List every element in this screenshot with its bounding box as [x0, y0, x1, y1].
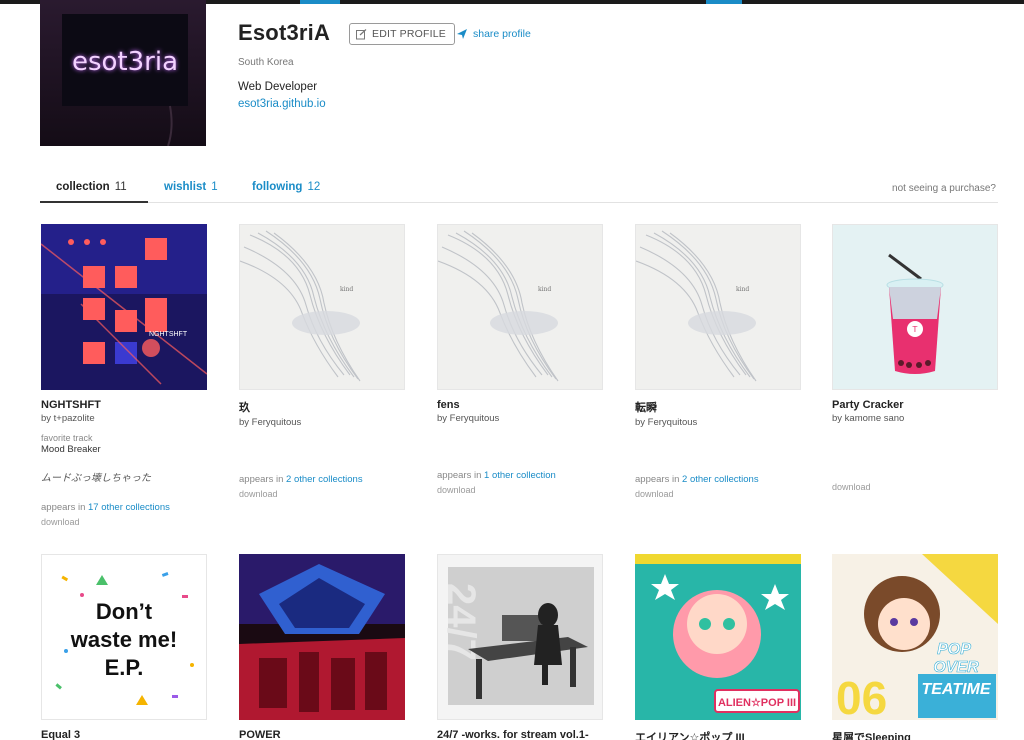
- collection-item: ALIEN☆POP III エイリアン☆ポップ III: [635, 554, 801, 740]
- download-link[interactable]: download: [41, 517, 207, 527]
- appears-prefix: appears in: [635, 474, 683, 485]
- tab-label: collection: [56, 181, 110, 193]
- album-cover[interactable]: 24/7: [437, 554, 603, 720]
- album-artist[interactable]: by Feryquitous: [437, 413, 603, 424]
- appears-in: appears in 17 other collections: [41, 502, 207, 513]
- album-artist[interactable]: by Feryquitous: [239, 417, 405, 428]
- album-title[interactable]: Party Cracker: [832, 399, 998, 411]
- album-artist[interactable]: by Feryquitous: [635, 417, 801, 428]
- collection-item: 06 POP OVER TEATIME 星屑でSleeping: [832, 554, 998, 740]
- album-title[interactable]: 玖: [239, 399, 405, 415]
- album-title[interactable]: 星屑でSleeping: [832, 729, 998, 740]
- share-profile-link[interactable]: share profile: [457, 28, 531, 40]
- active-tab-indicator: [40, 201, 148, 203]
- collection-item: T Party Cracker by kamome sano download: [832, 224, 998, 492]
- album-artist[interactable]: by kamome sano: [832, 413, 998, 424]
- album-title[interactable]: POWER: [239, 729, 405, 740]
- appears-in-link[interactable]: 2 other collections: [682, 474, 759, 485]
- album-cover[interactable]: ALIEN☆POP III: [635, 554, 801, 720]
- tab-following[interactable]: following 12: [252, 181, 320, 193]
- album-cover[interactable]: Don’t waste me! E.P.: [41, 554, 207, 720]
- collection-item: 24/7 24/7 -works. for stream vol.1-: [437, 554, 603, 740]
- not-seeing-purchase-link[interactable]: not seeing a purchase?: [892, 183, 996, 194]
- edit-icon: [356, 28, 367, 39]
- album-title[interactable]: fens: [437, 399, 603, 411]
- album-cover[interactable]: 06 POP OVER TEATIME: [832, 554, 998, 720]
- appears-in-link[interactable]: 1 other collection: [484, 470, 556, 481]
- tab-count: 11: [114, 181, 127, 193]
- svg-text:ALIEN☆POP III: ALIEN☆POP III: [718, 697, 796, 709]
- download-link[interactable]: download: [832, 482, 998, 492]
- download-link[interactable]: download: [437, 485, 603, 495]
- appears-in-link[interactable]: 17 other collections: [88, 502, 170, 513]
- svg-text:OVER: OVER: [933, 659, 979, 676]
- profile-avatar[interactable]: esot3ria esot3ria: [40, 0, 206, 146]
- collection-item: Don’t waste me! E.P. Equal 3: [41, 554, 207, 740]
- tab-collection[interactable]: collection 11: [56, 181, 127, 193]
- appears-in: appears in 2 other collections: [635, 474, 801, 485]
- cover-text: NGHTSHFT: [149, 331, 188, 338]
- album-cover[interactable]: NGHTSHFT: [41, 224, 207, 390]
- item-comment: ムードぶっ壊しちゃった: [41, 473, 151, 484]
- edit-profile-button[interactable]: EDIT PROFILE: [349, 23, 455, 45]
- tab-label: following: [252, 181, 303, 193]
- appears-in: appears in 2 other collections: [239, 474, 405, 485]
- appears-prefix: appears in: [437, 470, 485, 481]
- svg-text:POP: POP: [937, 641, 971, 658]
- album-cover[interactable]: kind: [239, 224, 405, 390]
- collection-item: kind 転瞬 by Feryquitous appears in 2 othe…: [635, 224, 801, 499]
- collection-item: NGHTSHFT NGHTSHFT by t+pazolite favorite…: [41, 224, 207, 527]
- appears-prefix: appears in: [239, 474, 287, 485]
- album-cover[interactable]: kind: [437, 224, 603, 390]
- album-title[interactable]: NGHTSHFT: [41, 399, 207, 411]
- tab-count: 1: [211, 181, 218, 193]
- svg-text:TEATIME: TEATIME: [921, 681, 991, 698]
- profile-name: Esot3riA: [238, 20, 331, 45]
- profile-location: South Korea: [238, 57, 294, 68]
- collection-item: kind fens by Feryquitous appears in 1 ot…: [437, 224, 603, 495]
- collection-tabs: collection 11 wishlist 1 following 12 not s…: [40, 178, 998, 203]
- album-cover[interactable]: kind: [635, 224, 801, 390]
- download-link[interactable]: download: [635, 489, 801, 499]
- svg-text:E.P.: E.P.: [105, 655, 144, 680]
- profile-bio: Web Developer: [238, 81, 318, 93]
- favorite-track[interactable]: Mood Breaker: [41, 444, 207, 455]
- appears-in-link[interactable]: 2 other collections: [286, 474, 363, 485]
- cover-text: kind: [538, 286, 551, 293]
- tab-label: wishlist: [164, 181, 207, 193]
- cover-text: kind: [340, 286, 353, 293]
- download-link[interactable]: download: [239, 489, 405, 499]
- tab-wishlist[interactable]: wishlist 1: [164, 181, 218, 193]
- share-icon: [457, 29, 467, 39]
- top-bar-accent: [300, 0, 340, 4]
- album-title[interactable]: 転瞬: [635, 399, 801, 415]
- appears-in: appears in 1 other collection: [437, 470, 603, 481]
- album-title[interactable]: Equal 3: [41, 729, 207, 740]
- album-title[interactable]: エイリアン☆ポップ III: [635, 729, 801, 740]
- profile-website-link[interactable]: esot3ria.github.io: [238, 98, 326, 110]
- share-profile-label: share profile: [473, 28, 531, 40]
- tab-count: 12: [307, 181, 321, 193]
- album-cover[interactable]: T: [832, 224, 998, 390]
- collection-item: kind 玖 by Feryquitous appears in 2 other…: [239, 224, 405, 499]
- svg-text:06: 06: [836, 672, 887, 720]
- avatar-text: esot3ria: [72, 47, 178, 77]
- svg-text:waste me!: waste me!: [70, 627, 177, 652]
- album-artist[interactable]: by t+pazolite: [41, 413, 207, 424]
- svg-text:Don’t: Don’t: [96, 599, 153, 624]
- appears-prefix: appears in: [41, 502, 89, 513]
- album-cover[interactable]: [239, 554, 405, 720]
- edit-profile-label: EDIT PROFILE: [372, 28, 446, 40]
- top-bar-accent: [706, 0, 742, 4]
- favorite-track-label: favorite track: [41, 433, 93, 443]
- cover-text: kind: [736, 286, 749, 293]
- album-title[interactable]: 24/7 -works. for stream vol.1-: [437, 729, 603, 740]
- svg-text:T: T: [912, 325, 918, 334]
- collection-item: POWER: [239, 554, 405, 740]
